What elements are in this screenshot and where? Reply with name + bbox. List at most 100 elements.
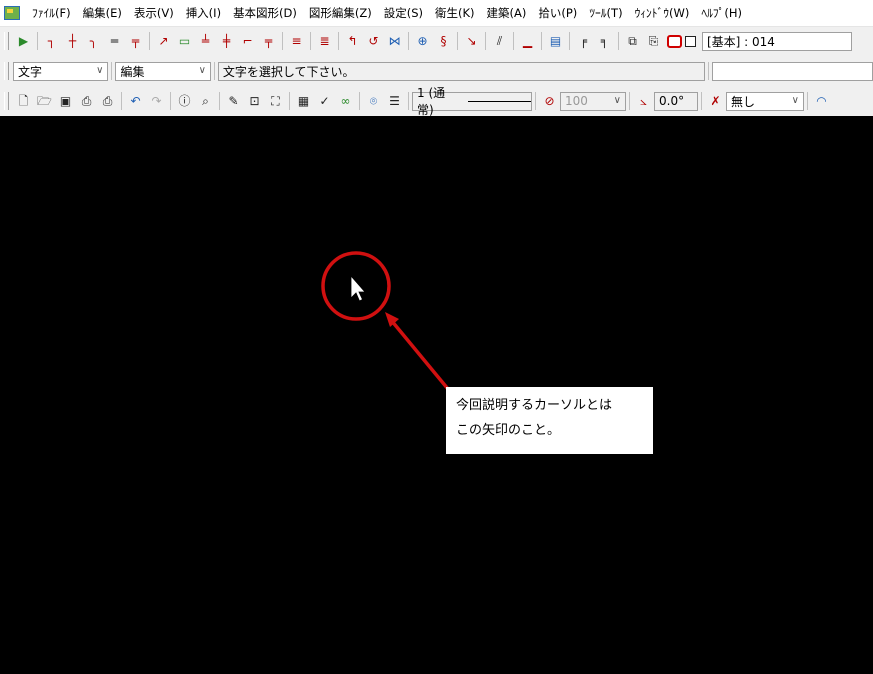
new-file-icon[interactable]: 🗋 — [13, 91, 34, 111]
menu-edit[interactable]: 編集(E) — [77, 5, 128, 21]
no-scale-icon[interactable]: ⊘ — [539, 91, 560, 111]
menu-architecture[interactable]: 建築(A) — [481, 5, 533, 21]
hatch-icon[interactable]: ⫽ — [489, 31, 510, 51]
menu-file[interactable]: ﾌｧｲﾙ(F) — [26, 5, 77, 21]
separator — [629, 92, 630, 110]
toolbar-grip[interactable] — [4, 92, 9, 110]
menu-takeoff[interactable]: 拾い(P) — [532, 5, 583, 21]
level-icon[interactable]: ▁ — [517, 31, 538, 51]
mirror-icon[interactable]: ⋈ — [384, 31, 405, 51]
separator — [701, 92, 702, 110]
spell-check-icon[interactable]: ✓ — [314, 91, 335, 111]
fill-select[interactable]: 無し ∨ — [726, 91, 804, 111]
menu-bar: ﾌｧｲﾙ(F) 編集(E) 表示(V) 挿入(I) 基本図形(D) 図形編集(Z… — [0, 0, 873, 27]
menu-view[interactable]: 表示(V) — [128, 5, 180, 21]
zoom-fit-icon[interactable]: ⛶ — [265, 91, 286, 111]
undo-icon[interactable]: ↶ — [125, 91, 146, 111]
separator — [541, 32, 542, 50]
bracket-alt-icon[interactable]: ╕ — [594, 31, 615, 51]
separator — [408, 32, 409, 50]
separator — [289, 92, 290, 110]
coordinate-field[interactable] — [711, 61, 873, 81]
pipe-tee-icon[interactable]: ╤ — [125, 31, 146, 51]
route-icon[interactable]: ↰ — [342, 31, 363, 51]
scale-select[interactable]: 100 ∨ — [560, 91, 626, 111]
pipe-step-icon[interactable]: ═ — [104, 31, 125, 51]
line-type-value: 1 (通常) — [417, 86, 446, 117]
link-icon[interactable]: ∞ — [335, 91, 356, 111]
layers-icon[interactable]: ⧉ — [622, 31, 643, 51]
rotate-angle-icon[interactable]: ⦣ — [633, 91, 654, 111]
separator — [219, 92, 220, 110]
callout-line-2: この矢印のこと。 — [456, 423, 561, 438]
bracket-icon[interactable]: ╒ — [573, 31, 594, 51]
chevron-down-icon: ∨ — [198, 64, 206, 76]
layer-panel-icon[interactable]: ▤ — [545, 31, 566, 51]
callout-line-1: 今回説明するカーソルとは — [456, 398, 613, 413]
open-folder-icon[interactable]: 🗁 — [34, 91, 55, 111]
fitting-up-icon[interactable]: ╧ — [195, 31, 216, 51]
menu-sanitary[interactable]: 衛生(K) — [429, 5, 481, 21]
menu-tools[interactable]: ﾂｰﾙ(T) — [583, 5, 628, 21]
separator — [213, 62, 215, 80]
angle-field[interactable]: 0.0° — [654, 91, 698, 111]
search-drawing-icon[interactable]: ⌕ — [195, 91, 216, 111]
save-icon[interactable]: ▣ — [55, 91, 76, 111]
pipe-elbow-icon[interactable]: ┐ — [41, 31, 62, 51]
arc-icon[interactable]: ◠ — [811, 91, 832, 111]
object-type-select[interactable]: 文字 ∨ — [12, 61, 109, 81]
mode-select[interactable]: 編集 ∨ — [115, 61, 211, 81]
chevron-down-icon: ∨ — [96, 64, 104, 76]
mode-value: 編集 — [120, 64, 145, 79]
pipe-bend-icon[interactable]: ╮ — [83, 31, 104, 51]
line-type-select[interactable]: 1 (通常) — [412, 86, 532, 117]
parallel-lines-icon[interactable]: ≣ — [314, 31, 335, 51]
fitting-cross-icon[interactable]: ╪ — [216, 31, 237, 51]
trim-icon[interactable]: ↘ — [461, 31, 482, 51]
separator — [149, 32, 150, 50]
rotate-route-icon[interactable]: ↺ — [363, 31, 384, 51]
print-icon[interactable]: ⎙ — [97, 91, 118, 111]
app-icon[interactable] — [4, 6, 20, 20]
menu-insert[interactable]: 挿入(I) — [180, 5, 227, 21]
paint-brush-icon[interactable]: ✎ — [223, 91, 244, 111]
zoom-window-icon[interactable]: ⊡ — [244, 91, 265, 111]
drawing-toolbar: ▶ ┐ ┼ ╮ ═ ╤ ↗ ▭ ╧ ╪ ⌐ ╤ ≡ ≣ ↰ ↺ ⋈ ⊕ § ↘ … — [0, 28, 873, 54]
fitting-offset-icon[interactable]: ⌐ — [237, 31, 258, 51]
valve-icon[interactable]: ▭ — [174, 31, 195, 51]
separator — [170, 92, 171, 110]
pipe-curve-icon[interactable]: ↗ — [153, 31, 174, 51]
separator — [37, 32, 38, 50]
fill-icon[interactable]: ✗ — [705, 91, 726, 111]
layer-copy-icon[interactable]: ⎘ — [643, 31, 664, 51]
toolbar-grip[interactable] — [4, 62, 9, 80]
separator — [569, 32, 570, 50]
separator — [310, 32, 311, 50]
mouse-cursor-icon — [350, 274, 366, 302]
layer-color-icon[interactable] — [667, 34, 682, 48]
separator — [513, 32, 514, 50]
menu-basic-shapes[interactable]: 基本図形(D) — [227, 5, 303, 21]
menu-window[interactable]: ｳｨﾝﾄﾞｳ(W) — [629, 5, 696, 21]
dimension-icon[interactable]: ≡ — [286, 31, 307, 51]
snap-icon[interactable]: ⌾ — [363, 91, 384, 111]
print-preview-icon[interactable]: ⎙ — [76, 91, 97, 111]
toolbar-grip[interactable] — [4, 32, 9, 50]
text-abc-icon[interactable]: ▦ — [293, 91, 314, 111]
target-icon[interactable]: ⊕ — [412, 31, 433, 51]
standard-toolbar: 🗋 🗁 ▣ ⎙ ⎙ ↶ ↷ ⓘ ⌕ ✎ ⊡ ⛶ ▦ ✓ ∞ ⌾ ☰ 1 (通常)… — [0, 86, 873, 117]
menu-help[interactable]: ﾍﾙﾌﾟ(H) — [695, 5, 748, 21]
fill-value: 無し — [731, 94, 756, 109]
connect-icon[interactable]: § — [433, 31, 454, 51]
property-icon[interactable]: ☰ — [384, 91, 405, 111]
current-layer-field[interactable]: [基本] : 014 — [702, 31, 852, 51]
redo-icon[interactable]: ↷ — [146, 91, 167, 111]
info-icon[interactable]: ⓘ — [174, 91, 195, 111]
menu-settings[interactable]: 設定(S) — [378, 5, 429, 21]
object-type-value: 文字 — [17, 64, 42, 79]
fitting-cap-icon[interactable]: ╤ — [258, 31, 279, 51]
menu-shape-edit[interactable]: 図形編集(Z) — [303, 5, 378, 21]
pipe-branch-icon[interactable]: ┼ — [62, 31, 83, 51]
pipe-start-icon[interactable]: ▶ — [13, 31, 34, 51]
layer-toggle-icon[interactable] — [685, 35, 696, 47]
